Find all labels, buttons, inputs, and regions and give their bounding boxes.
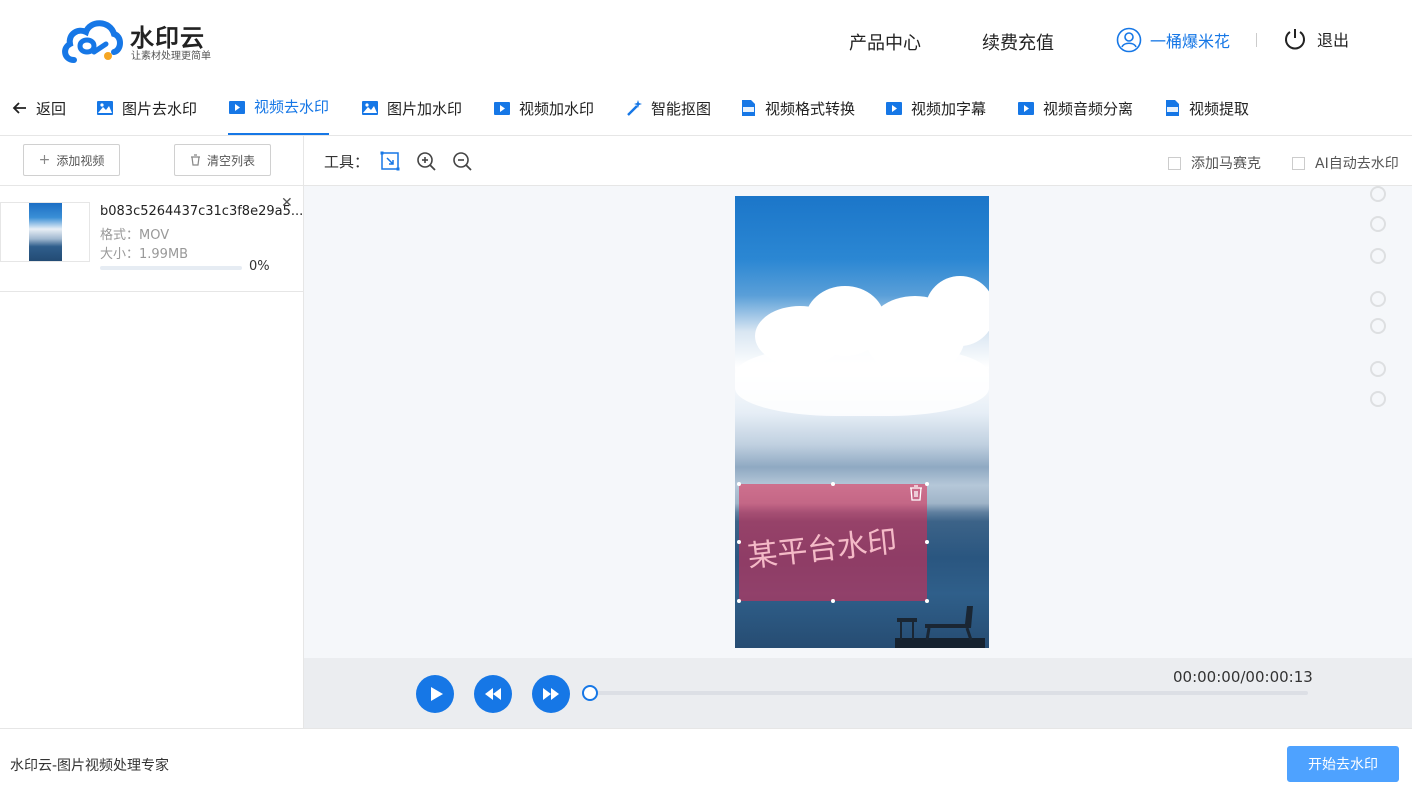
file-list-panel: + 添加视频 清空列表 b083c5264437c31c3f8e29a5... … xyxy=(0,136,304,728)
tab-label: 视频提取 xyxy=(1189,99,1250,118)
header-divider xyxy=(1256,33,1257,47)
mp4-icon xyxy=(742,100,755,116)
tab-format-convert[interactable]: 视频格式转换 xyxy=(739,80,855,136)
logout-button[interactable]: 退出 xyxy=(1283,27,1349,51)
zoom-out-icon[interactable] xyxy=(452,151,472,171)
mp4-icon xyxy=(1166,100,1179,116)
rewind-icon xyxy=(485,688,501,700)
nav-recharge[interactable]: 续费充值 xyxy=(982,29,1054,55)
username: 一桶爆米花 xyxy=(1150,32,1231,51)
back-button[interactable]: 返回 xyxy=(12,80,66,136)
clear-list-button[interactable]: 清空列表 xyxy=(174,144,271,176)
faded-side-tools xyxy=(1344,186,1412,456)
video-icon xyxy=(1018,102,1034,115)
file-name: b083c5264437c31c3f8e29a5... xyxy=(100,204,304,219)
timeline-knob[interactable] xyxy=(582,685,598,701)
image-icon xyxy=(97,101,113,115)
nav-products[interactable]: 产品中心 xyxy=(849,29,921,55)
tab-label: 视频去水印 xyxy=(254,98,330,116)
brand-slogan: 让素材处理更简单 xyxy=(131,51,211,62)
play-button[interactable] xyxy=(416,675,454,713)
add-video-label: 添加视频 xyxy=(56,153,105,168)
ai-remove-checkbox[interactable]: AI自动去水印 xyxy=(1292,153,1399,173)
tab-video-extract[interactable]: 视频提取 xyxy=(1163,80,1249,136)
tab-label: 智能抠图 xyxy=(651,99,712,118)
user-menu[interactable]: 一桶爆米花 xyxy=(1116,26,1230,54)
add-video-button[interactable]: + 添加视频 xyxy=(23,144,120,176)
checkbox-box xyxy=(1292,156,1305,170)
resize-handle[interactable] xyxy=(737,540,741,544)
bench-image xyxy=(895,606,985,648)
editor-toolbar: 工具： 添加马赛克 AI自动去水印 xyxy=(304,136,1412,186)
plus-icon: + xyxy=(38,152,51,168)
tab-label: 视频格式转换 xyxy=(765,99,856,118)
watermark-selection-box[interactable]: 某平台水印 xyxy=(737,482,929,603)
checkbox-box xyxy=(1168,156,1181,170)
resize-handle[interactable] xyxy=(831,599,835,603)
player-controls: 00:00:00/00:00:13 xyxy=(304,658,1412,728)
ai-remove-label: AI自动去水印 xyxy=(1315,156,1399,172)
tab-label: 图片去水印 xyxy=(122,99,198,118)
file-progress-text: 0% xyxy=(249,259,270,274)
file-list-actions: + 添加视频 清空列表 xyxy=(0,136,303,186)
zoom-in-icon[interactable] xyxy=(416,151,436,171)
header: 水印云 让素材处理更简单 产品中心 续费充值 一桶爆米花 退出 xyxy=(0,0,1412,80)
tab-label: 视频音频分离 xyxy=(1043,99,1134,118)
resize-handle[interactable] xyxy=(737,599,741,603)
file-item[interactable]: b083c5264437c31c3f8e29a5... 格式：MOV 大小：1.… xyxy=(0,186,303,292)
footer-text: 水印云-图片视频处理专家 xyxy=(10,758,170,774)
file-progress-bar xyxy=(100,266,242,270)
timeline-track[interactable] xyxy=(590,691,1308,695)
video-icon xyxy=(229,100,245,114)
footer: 水印云-图片视频处理专家 开始去水印 xyxy=(0,728,1412,789)
mosaic-checkbox[interactable]: 添加马赛克 xyxy=(1168,153,1261,173)
tab-video-remove-watermark[interactable]: 视频去水印 xyxy=(228,80,330,135)
file-size: 大小：1.99MB xyxy=(100,247,189,262)
video-icon xyxy=(494,102,510,115)
logout-label: 退出 xyxy=(1317,31,1350,50)
video-icon xyxy=(886,102,902,115)
play-icon xyxy=(431,687,443,701)
trash-icon xyxy=(190,154,200,166)
playback-time: 00:00:00/00:00:13 xyxy=(1173,668,1313,686)
delete-selection-icon[interactable] xyxy=(907,484,925,502)
toolbar-label: 工具： xyxy=(324,153,370,171)
power-icon xyxy=(1285,29,1305,50)
tab-audio-separate[interactable]: 视频音频分离 xyxy=(1017,80,1133,136)
mosaic-label: 添加马赛克 xyxy=(1191,156,1261,172)
fast-forward-icon xyxy=(543,688,559,700)
arrow-left-icon xyxy=(12,102,26,114)
image-icon xyxy=(362,101,378,115)
tab-add-subtitle[interactable]: 视频加字幕 xyxy=(885,80,986,136)
resize-handle[interactable] xyxy=(737,482,741,486)
video-thumbnail xyxy=(0,202,90,262)
tab-label: 视频加水印 xyxy=(519,99,595,118)
tab-label: 图片加水印 xyxy=(387,99,463,118)
tab-label: 视频加字幕 xyxy=(911,99,987,118)
resize-handle[interactable] xyxy=(925,540,929,544)
back-label: 返回 xyxy=(36,99,67,118)
select-area-icon[interactable] xyxy=(380,151,400,171)
resize-handle[interactable] xyxy=(831,482,835,486)
magic-wand-icon xyxy=(627,100,642,116)
cloud-logo-icon xyxy=(62,20,123,63)
fast-forward-button[interactable] xyxy=(532,675,570,713)
clear-list-label: 清空列表 xyxy=(206,153,255,168)
tab-video-add-watermark[interactable]: 视频加水印 xyxy=(493,80,594,136)
tab-smart-cutout[interactable]: 智能抠图 xyxy=(625,80,711,136)
start-remove-watermark-button[interactable]: 开始去水印 xyxy=(1287,746,1399,782)
resize-handle[interactable] xyxy=(925,482,929,486)
remove-file-icon[interactable]: ✕ xyxy=(281,195,293,211)
file-format: 格式：MOV xyxy=(100,228,170,243)
tab-image-add-watermark[interactable]: 图片加水印 xyxy=(361,80,462,136)
rewind-button[interactable] xyxy=(474,675,512,713)
tool-tabs: 返回 图片去水印 视频去水印 图片加水印 视频加水印 智能抠图 视频格式转换 视… xyxy=(0,80,1412,136)
watermark-text: 某平台水印 xyxy=(745,524,899,575)
user-icon xyxy=(1116,27,1142,53)
thumbnail-image xyxy=(29,203,62,261)
tab-image-remove-watermark[interactable]: 图片去水印 xyxy=(96,80,197,136)
preview-stage: 某平台水印 xyxy=(304,186,1412,658)
video-frame[interactable]: 某平台水印 xyxy=(735,196,989,648)
logo[interactable]: 水印云 让素材处理更简单 xyxy=(60,16,220,66)
